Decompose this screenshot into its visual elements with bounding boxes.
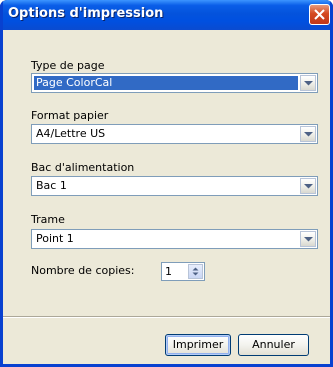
title-bar[interactable]: Options d'impression [0,0,333,30]
feed-tray-dropdown-button[interactable] [300,178,316,194]
button-separator [3,316,330,318]
feed-tray-label: Bac d'alimentation [31,161,135,174]
page-type-select[interactable]: Page ColorCal [31,73,318,93]
copies-stepper[interactable]: 1 [161,262,205,281]
chevron-down-icon [304,184,313,189]
chevron-down-icon [304,237,313,242]
print-button[interactable]: Imprimer [165,334,231,356]
page-type-label: Type de page [31,59,105,72]
cancel-button[interactable]: Annuler [238,334,309,356]
screen-select[interactable]: Point 1 [31,229,318,249]
page-type-value: Page ColorCal [34,76,298,90]
spin-up-down-icon [192,267,199,276]
screen-dropdown-button[interactable] [300,231,316,247]
chevron-down-icon [304,81,313,86]
copies-value[interactable]: 1 [165,265,172,279]
chevron-down-icon [304,132,313,137]
paper-format-value: A4/Lettre US [36,127,106,140]
paper-format-select[interactable]: A4/Lettre US [31,124,318,144]
copies-label: Nombre de copies: [31,264,135,277]
paper-format-dropdown-button[interactable] [300,126,316,142]
feed-tray-value: Bac 1 [36,179,67,192]
page-type-dropdown-button[interactable] [300,75,316,91]
close-button[interactable] [309,4,330,25]
paper-format-label: Format papier [31,109,109,122]
screen-value: Point 1 [36,232,74,245]
window-title: Options d'impression [8,6,164,21]
feed-tray-select[interactable]: Bac 1 [31,176,318,196]
screen-label: Trame [31,213,65,226]
copies-spin-button[interactable] [188,264,203,279]
print-options-dialog: Options d'impression Type de page Page C… [0,0,333,367]
close-icon [314,9,325,20]
